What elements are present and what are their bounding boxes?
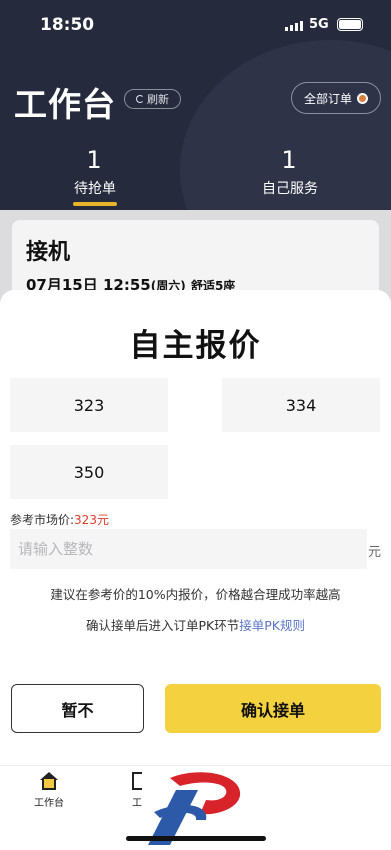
pricing-hint: 建议在参考价的10%内报价，价格越合理成功率越高 bbox=[50, 587, 341, 602]
home-icon bbox=[39, 772, 59, 790]
home-indicator bbox=[126, 836, 266, 841]
price-option[interactable]: 334 bbox=[222, 378, 380, 432]
price-input[interactable] bbox=[10, 529, 367, 569]
active-tab-indicator bbox=[73, 202, 117, 206]
currency-unit: 元 bbox=[368, 545, 382, 560]
all-orders-label: 全部订单 bbox=[303, 91, 352, 106]
reference-price: 参考市场价:323元 bbox=[10, 511, 109, 528]
watermark-logo-icon bbox=[148, 772, 241, 845]
tab-label: 待抢单 bbox=[74, 181, 116, 197]
refresh-icon bbox=[136, 95, 144, 103]
status-time: 18:50 bbox=[40, 15, 95, 35]
signal-icon bbox=[285, 21, 303, 31]
quote-sheet: 自主报价 323 334 350 参考市场价:323元 元 建议在参考价的10%… bbox=[0, 290, 391, 765]
status-bar: 18:50 5G bbox=[0, 0, 391, 50]
tab-label: 自己服务 bbox=[262, 181, 318, 197]
reference-price-label: 参考市场价: bbox=[10, 513, 75, 527]
refresh-button[interactable]: 刷新 bbox=[124, 89, 181, 109]
refresh-label: 刷新 bbox=[147, 93, 169, 106]
sheet-title: 自主报价 bbox=[129, 328, 262, 364]
tab-count: 1 bbox=[281, 146, 297, 174]
page-title: 工作台 bbox=[14, 85, 116, 124]
nav-label: 工作台 bbox=[34, 798, 64, 809]
reference-price-value: 323元 bbox=[74, 513, 109, 527]
pk-hint: 确认接单后进入订单PK环节接单PK规则 bbox=[0, 615, 391, 634]
decline-button[interactable]: 暂不 bbox=[11, 684, 144, 733]
pk-hint-text: 确认接单后进入订单PK环节 bbox=[86, 618, 240, 633]
order-type: 接机 bbox=[26, 240, 71, 265]
orders-icon bbox=[357, 92, 368, 104]
price-option[interactable]: 350 bbox=[10, 445, 168, 499]
workbench-header: 18:50 5G 工作台 刷新 全部订单 1 待抢单 1 自己服务 bbox=[0, 0, 391, 210]
price-option[interactable]: 323 bbox=[10, 378, 168, 432]
confirm-accept-button[interactable]: 确认接单 bbox=[165, 684, 381, 733]
nav-item-workbench[interactable]: 工作台 bbox=[19, 772, 79, 809]
battery-icon bbox=[337, 18, 363, 31]
tab-count: 1 bbox=[86, 146, 102, 174]
pk-rules-link[interactable]: 接单PK规则 bbox=[239, 618, 305, 633]
all-orders-button[interactable]: 全部订单 bbox=[291, 82, 381, 114]
network-type: 5G bbox=[309, 17, 329, 32]
